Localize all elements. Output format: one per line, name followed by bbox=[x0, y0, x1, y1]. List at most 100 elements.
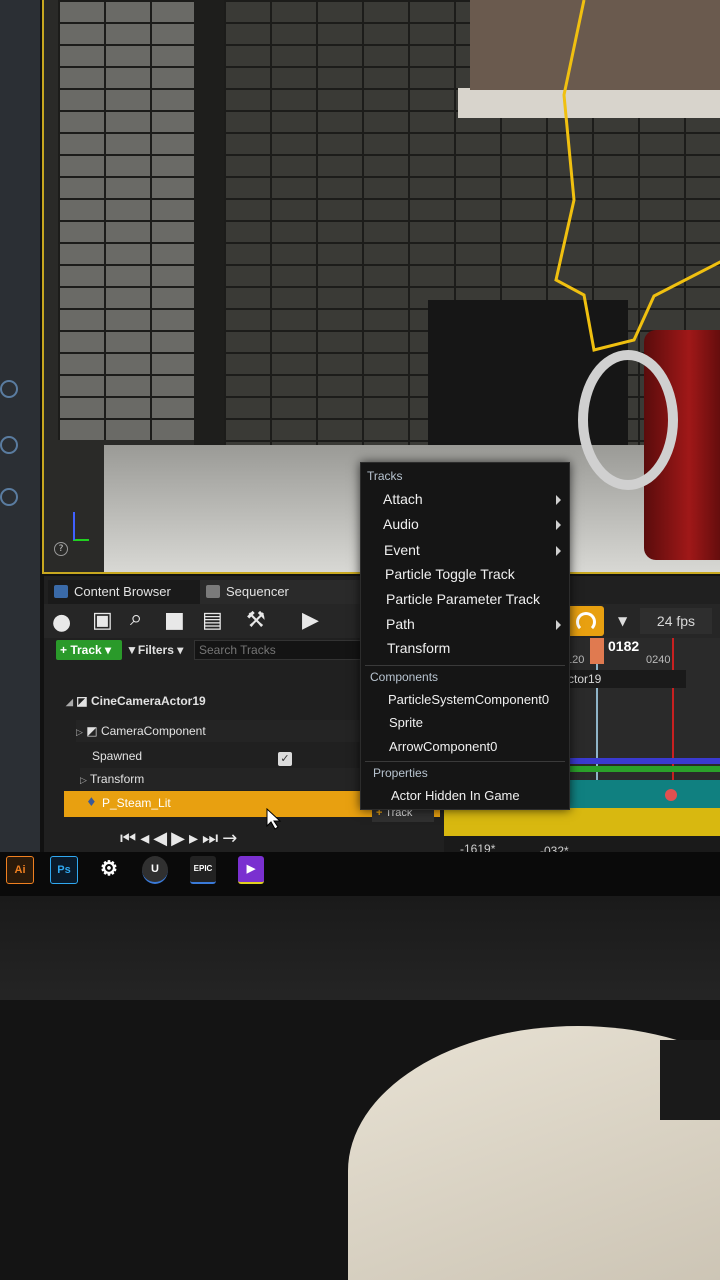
component-row[interactable]: ▷ ◩ CameraComponent bbox=[76, 720, 380, 742]
filters-button[interactable]: ▼Filters ▾ bbox=[126, 640, 183, 660]
actor-row[interactable]: ◢ ◪ CineCameraActor19 bbox=[66, 690, 370, 712]
track-bar-green bbox=[566, 766, 720, 772]
filter-icon: ▼ bbox=[126, 643, 138, 657]
prev-key-icon[interactable]: ◂ bbox=[140, 828, 153, 849]
transform-section[interactable] bbox=[566, 780, 720, 808]
world-icon[interactable]: ● bbox=[52, 612, 71, 634]
add-track-label: Track bbox=[70, 643, 102, 657]
playhead-marker[interactable] bbox=[590, 638, 604, 664]
jump-end-icon[interactable]: ⏭ bbox=[202, 828, 222, 849]
add-track-context-menu: Tracks Attach Audio Event Particle Toggl… bbox=[360, 462, 570, 810]
menu-item-label: Path bbox=[386, 616, 415, 632]
add-track-button[interactable]: + Track ▾ bbox=[56, 640, 122, 660]
submenu-arrow-icon bbox=[556, 546, 561, 556]
camera-section[interactable]: ctor19 bbox=[566, 670, 686, 688]
menu-item-label: Attach bbox=[383, 491, 423, 507]
menu-item-label: ParticleSystemComponent0 bbox=[388, 692, 550, 707]
help-icon bbox=[0, 380, 18, 398]
camera-icon[interactable]: ■ bbox=[164, 610, 185, 632]
submenu-arrow-icon bbox=[556, 620, 561, 630]
camera-actor-icon: ◪ bbox=[76, 694, 88, 708]
magnet-icon bbox=[576, 612, 596, 632]
menu-item-label: Particle Parameter Track bbox=[386, 591, 541, 607]
wrench-icon[interactable]: ⚒ bbox=[246, 610, 266, 632]
menu-item-arrow-component[interactable]: ArrowComponent0 bbox=[389, 739, 497, 754]
menu-item-actor-hidden-in-game[interactable]: Actor Hidden In Game bbox=[391, 788, 520, 803]
actor-label: CineCameraActor19 bbox=[90, 694, 206, 708]
monitor-bezel bbox=[0, 896, 720, 1016]
clapper-icon[interactable]: ▤ bbox=[202, 610, 223, 632]
spawned-row: Spawned bbox=[92, 745, 396, 767]
help-icon: ? bbox=[54, 542, 68, 556]
tab-sequencer-label: Sequencer bbox=[226, 584, 289, 599]
timeline-current-frame: 0182 bbox=[608, 638, 640, 654]
properties-header: Properties bbox=[373, 766, 428, 780]
filters-label: Filters bbox=[137, 643, 174, 657]
snap-button[interactable] bbox=[566, 606, 604, 636]
menu-item-path[interactable]: Path bbox=[386, 616, 565, 632]
menu-item-transform[interactable]: Transform bbox=[387, 640, 450, 656]
particle-section[interactable] bbox=[444, 808, 720, 836]
submenu-arrow-icon bbox=[556, 520, 561, 530]
play-icon[interactable]: ▶ bbox=[171, 828, 189, 849]
menu-item-event[interactable]: Event bbox=[384, 542, 565, 558]
play-options-icon[interactable]: ▶ bbox=[302, 610, 319, 632]
transform-label: Transform bbox=[90, 772, 145, 786]
loop-icon[interactable]: → bbox=[222, 828, 241, 849]
component-label: CameraComponent bbox=[100, 724, 206, 738]
transport-controls: ⏮◂◀▶▸⏭→ bbox=[120, 828, 241, 849]
illustrator-icon[interactable]: Ai bbox=[6, 856, 34, 884]
tab-sequencer[interactable]: Sequencer bbox=[200, 580, 386, 604]
menu-item-sprite[interactable]: Sprite bbox=[389, 715, 423, 730]
chevron-down-icon[interactable]: ▼ bbox=[618, 614, 627, 628]
menu-item-label: Sprite bbox=[389, 715, 423, 730]
menu-item-particle-system-component[interactable]: ParticleSystemComponent0 bbox=[388, 692, 549, 707]
save-icon[interactable]: ▣ bbox=[92, 610, 113, 632]
menu-item-label: Transform bbox=[387, 640, 451, 656]
next-key-icon[interactable]: ▸ bbox=[189, 828, 202, 849]
menu-item-particle-parameter[interactable]: Particle Parameter Track bbox=[386, 591, 540, 607]
jump-start-icon[interactable]: ⏮ bbox=[120, 828, 140, 849]
transform-row[interactable]: ▷ Transform bbox=[80, 768, 384, 790]
epic-label: EPIC bbox=[193, 864, 213, 873]
menu-item-particle-toggle[interactable]: Particle Toggle Track bbox=[385, 566, 515, 582]
spawned-label: Spawned bbox=[92, 749, 143, 763]
tab-content-browser[interactable]: Content Browser bbox=[48, 580, 224, 604]
unreal-engine-icon[interactable]: U bbox=[142, 856, 168, 884]
menu-item-label: Audio bbox=[383, 516, 419, 532]
search-tracks-input[interactable] bbox=[194, 640, 372, 660]
menu-divider bbox=[365, 761, 565, 762]
menu-item-audio[interactable]: Audio bbox=[383, 516, 565, 532]
content-browser-icon bbox=[54, 585, 68, 598]
menu-item-attach[interactable]: Attach bbox=[383, 491, 565, 507]
menu-item-label: ArrowComponent0 bbox=[389, 739, 498, 754]
particle-icon: ♦ bbox=[86, 795, 97, 809]
tab-content-browser-label: Content Browser bbox=[74, 584, 171, 599]
photoshop-label: Ps bbox=[57, 864, 71, 876]
menu-item-label: Actor Hidden In Game bbox=[391, 788, 520, 803]
photoshop-icon[interactable]: Ps bbox=[50, 856, 78, 884]
spawned-checkbox[interactable]: ✓ bbox=[278, 752, 292, 766]
menu-item-label: Event bbox=[384, 542, 420, 558]
search-icon[interactable]: ⌕ bbox=[130, 608, 142, 630]
video-editor-icon[interactable]: ▶ bbox=[238, 856, 264, 884]
illustrator-label: Ai bbox=[14, 864, 26, 876]
fps-label: 24 fps bbox=[656, 613, 696, 629]
keyframe[interactable] bbox=[665, 789, 677, 801]
camera-component-icon: ◩ bbox=[86, 724, 98, 738]
menu-divider bbox=[365, 665, 565, 666]
epic-launcher-icon[interactable]: EPIC bbox=[190, 856, 216, 884]
settings-gear-icon[interactable]: ⚙ bbox=[96, 856, 122, 882]
fps-selector[interactable]: 24 fps bbox=[640, 608, 712, 634]
stand-neck bbox=[660, 1040, 720, 1120]
play-reverse-icon[interactable]: ◀ bbox=[153, 828, 171, 849]
components-header: Components bbox=[370, 670, 439, 684]
sequencer-icon bbox=[206, 585, 220, 598]
help-icon bbox=[0, 488, 18, 506]
mouse-cursor-icon bbox=[266, 808, 282, 830]
track-bar-blue bbox=[566, 758, 720, 764]
menu-item-label: Particle Toggle Track bbox=[385, 566, 515, 582]
timeline-tick-right: 0240 bbox=[646, 654, 671, 666]
tracks-header: Tracks bbox=[367, 469, 403, 483]
camera-section-label: ctor19 bbox=[568, 672, 602, 686]
